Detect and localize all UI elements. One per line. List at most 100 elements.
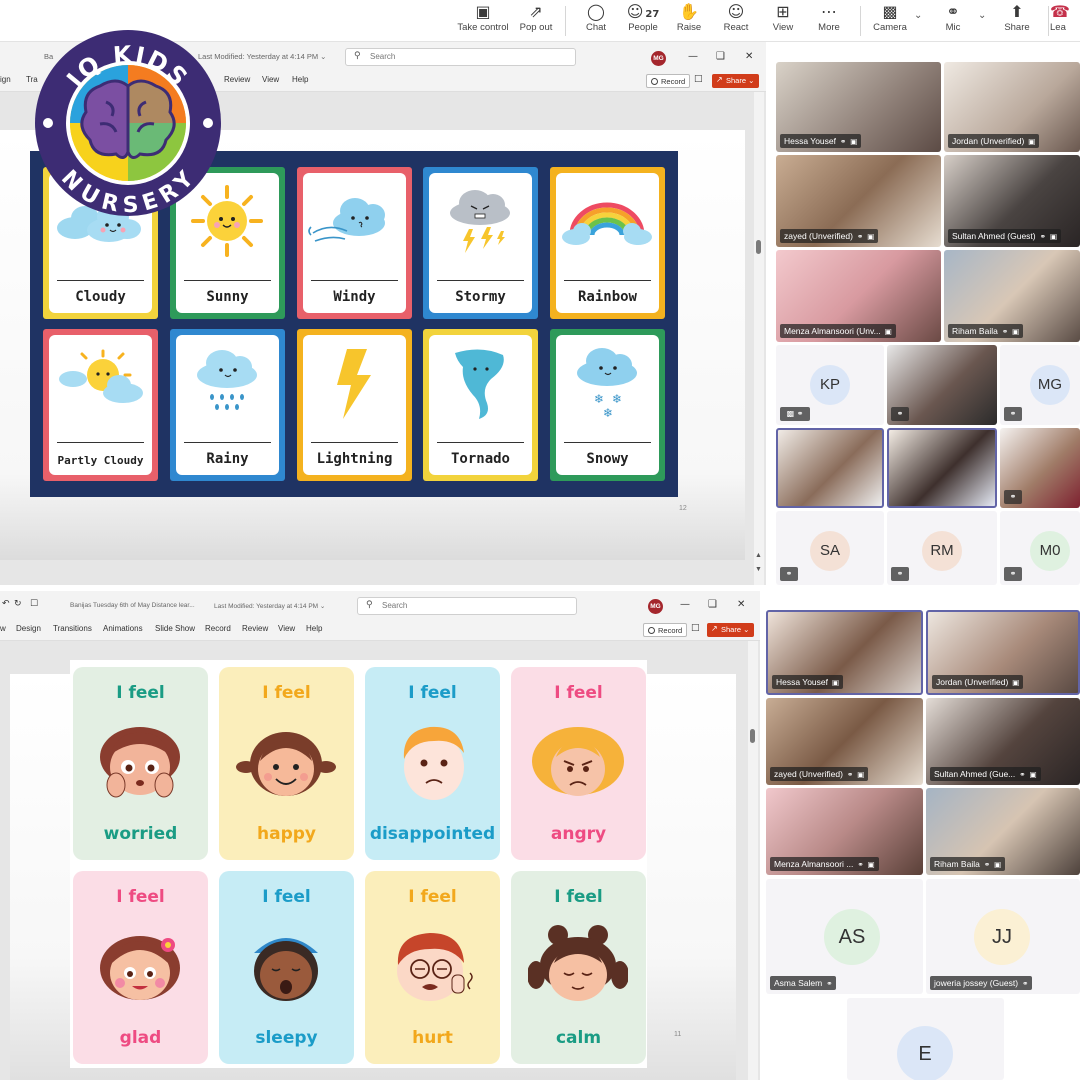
video-tile[interactable]: Hessa Yousef ⚭ ▣ xyxy=(776,62,941,152)
weather-label: Cloudy xyxy=(75,289,126,305)
video-tile[interactable]: Sultan Ahmed (Gue... ⚭ ▣ xyxy=(926,698,1080,785)
mic-off-icon: ⚭ xyxy=(780,567,798,581)
feeling-word: worried xyxy=(103,824,178,844)
feeling-prefix: I feel xyxy=(116,887,165,907)
weather-card-tornado: Tornado xyxy=(423,329,538,481)
last-modified-label[interactable]: Last Modified: Yesterday at 4:14 PM ⌄ xyxy=(214,602,325,610)
feeling-card-angry: I feel angry xyxy=(511,667,646,860)
video-tile[interactable]: Menza Almansoori (Unv... ▣ xyxy=(776,250,941,342)
present-icon[interactable]: ☐ xyxy=(30,599,38,609)
screen-share-icon: ▣ xyxy=(1029,770,1037,779)
glad-face-icon xyxy=(100,936,180,1000)
calm-face-icon xyxy=(528,925,628,1001)
tab-transitions[interactable]: Transitions xyxy=(53,624,92,633)
leave-icon: ☎ xyxy=(1050,2,1070,21)
share-arrow-icon: ↗ xyxy=(716,75,723,84)
participant-nametag: zayed (Unverified) ⚭ ▣ xyxy=(770,767,869,781)
tab-view-partial[interactable]: w xyxy=(0,624,6,633)
participant-tile[interactable]: KP ▩ ⚭ xyxy=(776,345,884,425)
restore-icon[interactable]: ❑ xyxy=(716,51,725,62)
tab-view[interactable]: View xyxy=(278,624,295,633)
weather-label: Rainbow xyxy=(577,289,637,305)
tab-design[interactable]: ign xyxy=(0,75,11,84)
video-tile[interactable]: zayed (Unverified) ⚭ ▣ xyxy=(766,698,923,785)
participant-tile[interactable]: MG ⚭ xyxy=(1000,345,1080,425)
comments-icon[interactable]: □ xyxy=(694,74,703,84)
video-tile[interactable]: zayed (Unverified) ⚭ ▣ xyxy=(776,155,941,247)
search-icon: ⚲ xyxy=(354,51,361,61)
participant-tile[interactable]: SA ⚭ xyxy=(776,511,884,585)
weather-label: Partly Cloudy xyxy=(57,454,144,467)
camera-button[interactable]: ▩ Camera xyxy=(859,0,921,42)
video-tile[interactable]: Menza Almansoori ... ⚭ ▣ xyxy=(766,788,923,875)
leave-button[interactable]: ☎ Lea xyxy=(1050,0,1080,42)
video-tile[interactable]: Jordan (Unverified) ▣ xyxy=(944,62,1080,152)
participant-nametag: Riham Baila ⚭ ▣ xyxy=(930,857,1006,871)
video-tile-speaking[interactable] xyxy=(887,428,997,508)
video-tile[interactable]: Sultan Ahmed (Guest) ⚭ ▣ xyxy=(944,155,1080,247)
record-button[interactable]: Record xyxy=(643,623,688,637)
tab-help[interactable]: Help xyxy=(292,75,308,84)
ppt-title-bar: ↶ ↻ ☐ Banijas Tuesday 6th of May Distanc… xyxy=(0,591,760,619)
scrollbar-thumb[interactable] xyxy=(756,240,761,254)
redo-icon[interactable]: ↻ xyxy=(14,599,22,609)
happy-face-icon xyxy=(236,732,336,796)
mic-button[interactable]: ⚭ Mic xyxy=(922,0,984,42)
tab-record[interactable]: Record xyxy=(205,624,231,633)
feeling-prefix: I feel xyxy=(554,887,603,907)
user-avatar[interactable]: MG xyxy=(651,51,666,66)
video-tile-speaking[interactable]: Hessa Yousef ▣ xyxy=(766,610,923,695)
share-presentation-button[interactable]: ↗ Share ⌄ xyxy=(707,623,755,637)
user-avatar[interactable]: MG xyxy=(648,599,663,614)
undo-icon[interactable]: ↶ xyxy=(2,599,10,609)
search-box[interactable]: ⚲ Search xyxy=(357,597,577,615)
mic-off-icon: ⚭ xyxy=(1022,979,1029,988)
tab-help[interactable]: Help xyxy=(306,624,322,633)
screen-share-icon: ▣ xyxy=(884,327,892,336)
weather-label: Sunny xyxy=(206,289,249,305)
pop-out-icon: ⇗ xyxy=(529,2,543,21)
vertical-scrollbar[interactable]: ▲ ▼ xyxy=(754,92,764,585)
video-tile[interactable]: ⚭ xyxy=(887,345,997,425)
close-icon[interactable]: ✕ xyxy=(745,51,753,62)
minimize-icon[interactable]: — xyxy=(680,599,690,610)
video-tile-speaking[interactable] xyxy=(776,428,884,508)
participant-tile[interactable]: JJ joweria jossey (Guest) ⚭ xyxy=(926,879,1080,994)
scroll-up-icon[interactable]: ▲ xyxy=(755,552,762,559)
share-button[interactable]: ⬆ Share xyxy=(986,0,1048,42)
mic-icon: ⚭ xyxy=(857,860,864,869)
tab-design[interactable]: Design xyxy=(16,624,41,633)
vertical-scrollbar[interactable] xyxy=(748,641,758,1080)
video-tile[interactable]: Riham Baila ⚭ ▣ xyxy=(926,788,1080,875)
tab-review[interactable]: Review xyxy=(242,624,268,633)
search-box[interactable]: ⚲ Search xyxy=(345,48,576,66)
scrollbar-thumb[interactable] xyxy=(750,729,755,743)
tab-review[interactable]: Review xyxy=(224,75,250,84)
mic-off-icon: ⚭ xyxy=(891,407,909,421)
more-button[interactable]: ⋯ More xyxy=(798,0,860,42)
scroll-down-icon[interactable]: ▼ xyxy=(755,566,762,573)
pop-out-button[interactable]: ⇗ Pop out xyxy=(505,0,567,42)
participant-tile[interactable]: E xyxy=(847,998,1004,1080)
participant-tile[interactable]: RM ⚭ xyxy=(887,511,997,585)
minimize-icon[interactable]: — xyxy=(688,51,698,62)
tab-slide-show[interactable]: Slide Show xyxy=(155,624,195,633)
tab-view[interactable]: View xyxy=(262,75,279,84)
weather-label: Snowy xyxy=(586,451,629,467)
share-presentation-button[interactable]: ↗ Share ⌄ xyxy=(712,74,760,88)
video-tile-speaking[interactable]: Jordan (Unverified) ▣ xyxy=(926,610,1080,695)
feeling-card-disappointed: I feel disappointed xyxy=(365,667,500,860)
rainbow-icon xyxy=(562,202,652,245)
video-tile[interactable]: ⚭ xyxy=(1000,428,1080,508)
record-button[interactable]: Record xyxy=(646,74,691,88)
mic-off-icon: ⚭ xyxy=(1004,407,1022,421)
video-tile[interactable]: Riham Baila ⚭ ▣ xyxy=(944,250,1080,342)
participant-nametag: Sultan Ahmed (Guest) ⚭ ▣ xyxy=(948,229,1062,243)
restore-icon[interactable]: ❑ xyxy=(708,599,717,610)
tab-animations[interactable]: Animations xyxy=(103,624,143,633)
participant-tile[interactable]: M0 ⚭ xyxy=(1000,511,1080,585)
feeling-prefix: I feel xyxy=(408,683,457,703)
comments-icon[interactable]: □ xyxy=(691,623,700,633)
participant-tile[interactable]: AS Asma Salem ⚭ xyxy=(766,879,923,994)
close-icon[interactable]: ✕ xyxy=(737,599,745,610)
